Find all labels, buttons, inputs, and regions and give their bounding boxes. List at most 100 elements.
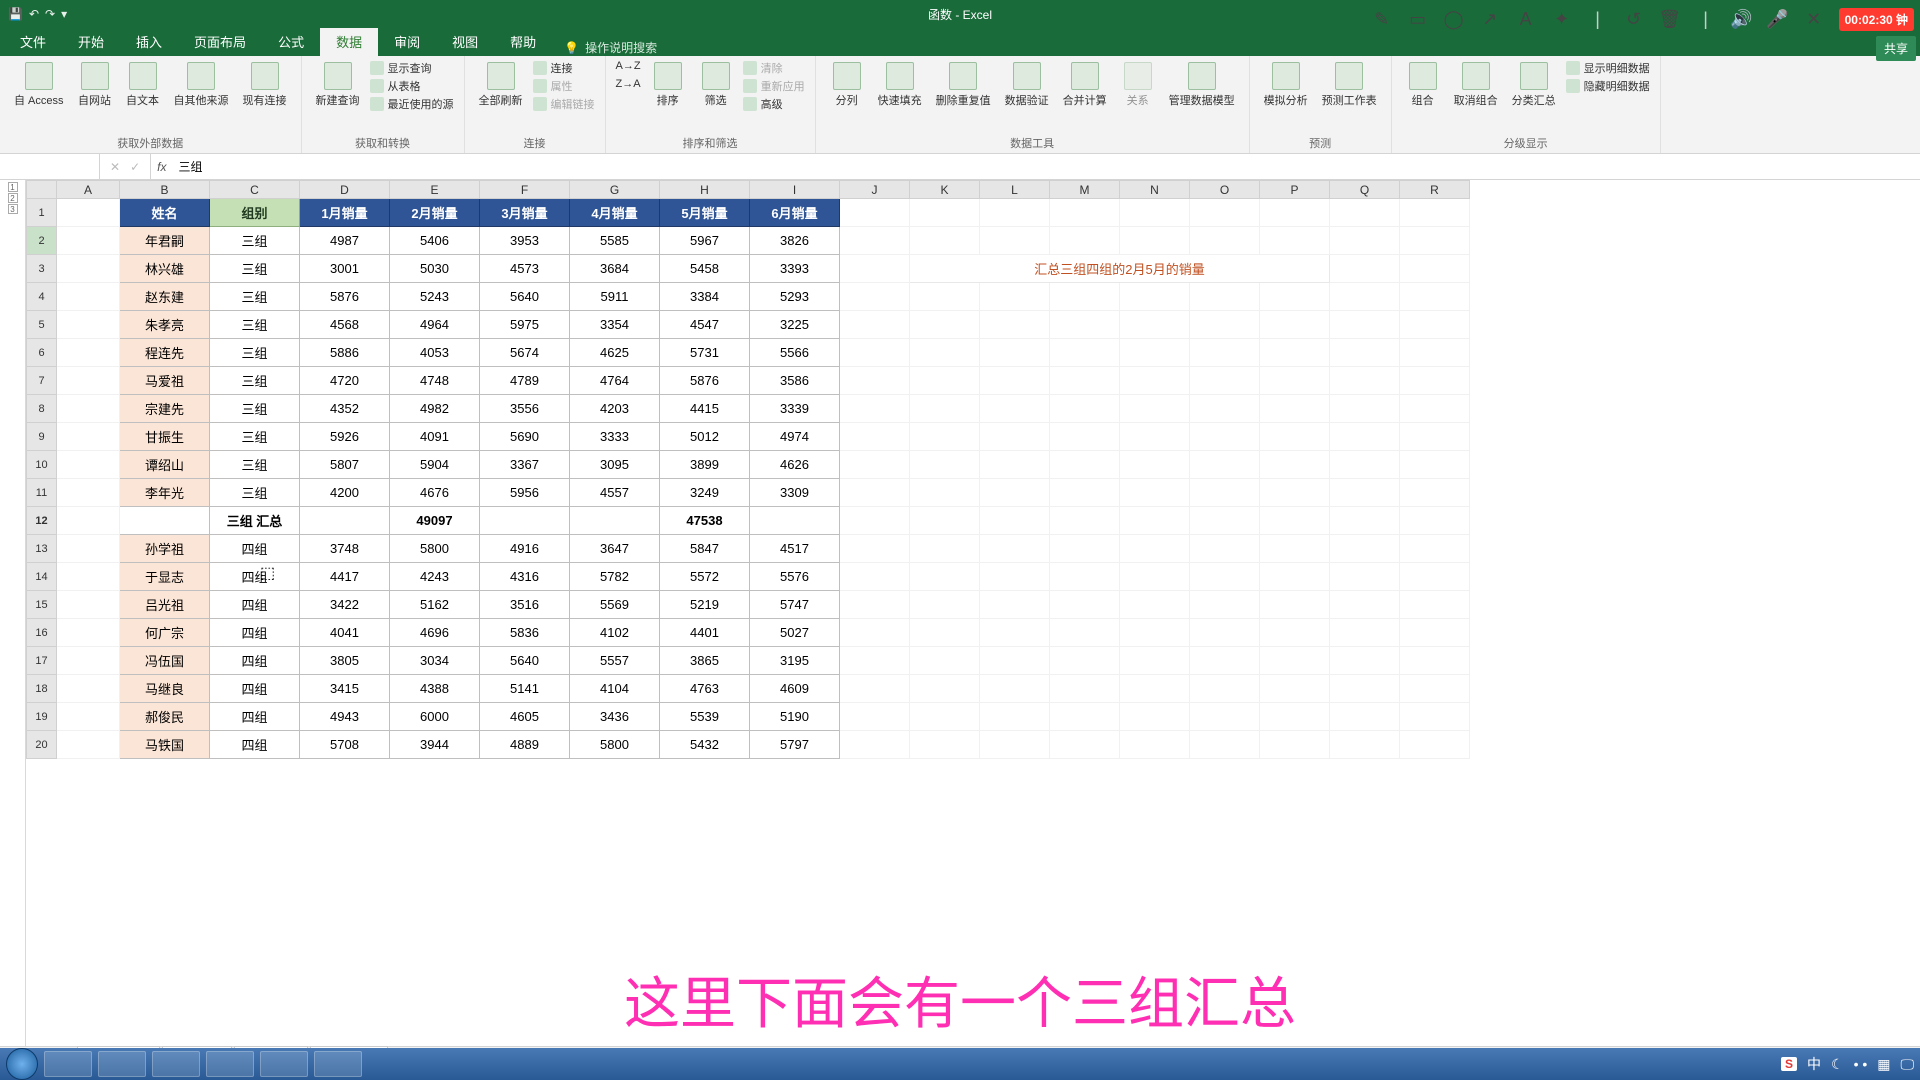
name-cell[interactable]: 甘振生 <box>120 423 210 451</box>
data-cell[interactable]: 5539 <box>660 703 750 731</box>
group-cell[interactable]: 三组 <box>210 227 300 255</box>
enter-icon[interactable]: ✓ <box>130 160 140 174</box>
name-cell[interactable]: 孙学祖 <box>120 535 210 563</box>
name-box[interactable] <box>0 154 100 179</box>
text-to-columns-button[interactable]: 分列 <box>826 60 868 110</box>
consolidate-button[interactable]: 合并计算 <box>1059 60 1111 110</box>
row-header[interactable]: 12 <box>27 507 57 535</box>
data-cell[interactable]: 4789 <box>480 367 570 395</box>
col-header-L[interactable]: L <box>980 181 1050 199</box>
undo-icon[interactable]: ↶ <box>29 7 39 21</box>
rect-icon[interactable]: ▭ <box>1407 9 1429 31</box>
data-cell[interactable]: 5876 <box>300 283 390 311</box>
data-cell[interactable]: 5243 <box>390 283 480 311</box>
outline-levels[interactable]: 123 <box>0 180 26 1046</box>
col-header-P[interactable]: P <box>1260 181 1330 199</box>
redo-icon[interactable]: ↷ <box>45 7 55 21</box>
data-cell[interactable]: 3034 <box>390 647 480 675</box>
data-cell[interactable]: 5747 <box>750 591 840 619</box>
data-cell[interactable]: 3647 <box>570 535 660 563</box>
data-cell[interactable]: 3684 <box>570 255 660 283</box>
data-cell[interactable]: 5012 <box>660 423 750 451</box>
data-cell[interactable]: 5847 <box>660 535 750 563</box>
data-cell[interactable]: 4964 <box>390 311 480 339</box>
sort-desc-button[interactable]: Z→A <box>616 78 641 90</box>
forecast-sheet-button[interactable]: 预测工作表 <box>1318 60 1381 110</box>
data-cell[interactable]: 5975 <box>480 311 570 339</box>
tell-me-search[interactable]: 💡 操作说明搜索 <box>564 39 657 56</box>
data-cell[interactable]: 4916 <box>480 535 570 563</box>
tab-help[interactable]: 帮助 <box>494 27 552 56</box>
data-cell[interactable]: 4104 <box>570 675 660 703</box>
row-header[interactable]: 11 <box>27 479 57 507</box>
group-cell[interactable]: 三组 <box>210 339 300 367</box>
sort-button[interactable]: 排序 <box>647 60 689 110</box>
group-cell[interactable]: 三组 <box>210 255 300 283</box>
taskbar-item[interactable] <box>98 1051 146 1077</box>
subtotal-button[interactable]: 分类汇总 <box>1508 60 1560 110</box>
group-cell[interactable]: 四组 <box>210 535 300 563</box>
start-button[interactable] <box>6 1048 38 1080</box>
tab-view[interactable]: 视图 <box>436 27 494 56</box>
from-web-button[interactable]: 自网站 <box>74 60 116 110</box>
properties-button[interactable]: 属性 <box>533 78 595 94</box>
row-header[interactable]: 16 <box>27 619 57 647</box>
col-header-M[interactable]: M <box>1050 181 1120 199</box>
col-header-H[interactable]: H <box>660 181 750 199</box>
data-cell[interactable]: 4243 <box>390 563 480 591</box>
name-cell[interactable]: 冯伍国 <box>120 647 210 675</box>
data-cell[interactable]: 4102 <box>570 619 660 647</box>
data-cell[interactable]: 4557 <box>570 479 660 507</box>
text-icon[interactable]: A <box>1515 9 1537 31</box>
refresh-all-button[interactable]: 全部刷新 <box>475 60 527 110</box>
row-header[interactable]: 13 <box>27 535 57 563</box>
data-cell[interactable]: 3586 <box>750 367 840 395</box>
data-cell[interactable]: 3422 <box>300 591 390 619</box>
data-cell[interactable]: 4889 <box>480 731 570 759</box>
new-query-button[interactable]: 新建查询 <box>312 60 364 110</box>
taskbar-item[interactable] <box>44 1051 92 1077</box>
name-cell[interactable]: 赵东建 <box>120 283 210 311</box>
col-header-I[interactable]: I <box>750 181 840 199</box>
ungroup-button[interactable]: 取消组合 <box>1450 60 1502 110</box>
data-validation-button[interactable]: 数据验证 <box>1001 60 1053 110</box>
data-cell[interactable]: 4609 <box>750 675 840 703</box>
data-cell[interactable]: 3516 <box>480 591 570 619</box>
tray-monitor-icon[interactable]: 🖵 <box>1901 1056 1915 1073</box>
col-header-D[interactable]: D <box>300 181 390 199</box>
group-cell[interactable]: 四组 <box>210 647 300 675</box>
reapply-button[interactable]: 重新应用 <box>743 78 805 94</box>
circle-icon[interactable]: ◯ <box>1443 9 1465 31</box>
col-header-F[interactable]: F <box>480 181 570 199</box>
clear-filter-button[interactable]: 清除 <box>743 60 805 76</box>
name-cell[interactable]: 朱孝亮 <box>120 311 210 339</box>
data-cell[interactable]: 5162 <box>390 591 480 619</box>
data-cell[interactable]: 3309 <box>750 479 840 507</box>
data-cell[interactable]: 3095 <box>570 451 660 479</box>
data-cell[interactable]: 4352 <box>300 395 390 423</box>
data-cell[interactable]: 4696 <box>390 619 480 647</box>
data-cell[interactable]: 4626 <box>750 451 840 479</box>
name-cell[interactable]: 李年光 <box>120 479 210 507</box>
data-cell[interactable]: 5585 <box>570 227 660 255</box>
data-cell[interactable]: 3339 <box>750 395 840 423</box>
data-cell[interactable]: 3953 <box>480 227 570 255</box>
data-cell[interactable]: 5731 <box>660 339 750 367</box>
data-cell[interactable]: 3249 <box>660 479 750 507</box>
data-cell[interactable]: 3333 <box>570 423 660 451</box>
name-cell[interactable]: 吕光祖 <box>120 591 210 619</box>
from-other-button[interactable]: 自其他来源 <box>170 60 233 110</box>
data-cell[interactable]: 5030 <box>390 255 480 283</box>
tab-layout[interactable]: 页面布局 <box>178 27 262 56</box>
data-cell[interactable]: 5566 <box>750 339 840 367</box>
close-rec-icon[interactable]: ✕ <box>1803 9 1825 31</box>
col-header-K[interactable]: K <box>910 181 980 199</box>
arrow-icon[interactable]: ↗ <box>1479 9 1501 31</box>
data-cell[interactable]: 5572 <box>660 563 750 591</box>
data-cell[interactable]: 5807 <box>300 451 390 479</box>
col-header-N[interactable]: N <box>1120 181 1190 199</box>
data-cell[interactable]: 5800 <box>390 535 480 563</box>
tab-insert[interactable]: 插入 <box>120 27 178 56</box>
group-button[interactable]: 组合 <box>1402 60 1444 110</box>
tab-home[interactable]: 开始 <box>62 27 120 56</box>
